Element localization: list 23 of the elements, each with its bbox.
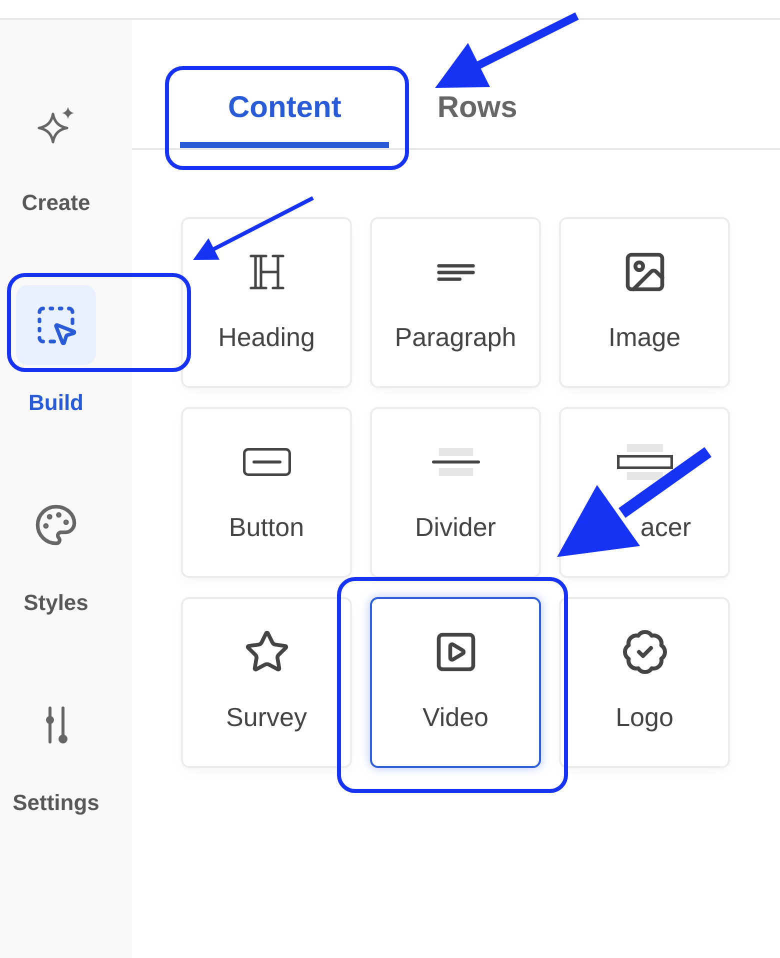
block-tile[interactable]: Heading	[181, 217, 352, 388]
block-tile[interactable]: Logo	[559, 597, 730, 768]
horizontal-line-icon	[432, 448, 480, 476]
sidebar-nav-item[interactable]: Settings	[0, 685, 112, 817]
tab[interactable]: Content	[180, 74, 390, 148]
sidebar-nav-item[interactable]: Create	[0, 85, 112, 217]
text-lines-icon	[436, 262, 474, 282]
palette-icon	[34, 503, 78, 547]
sliders-icon	[44, 706, 68, 744]
block-tile[interactable]: Video	[370, 597, 541, 768]
block-tile[interactable]: Divider	[370, 407, 541, 578]
sidebar-nav-item[interactable]: Styles	[0, 485, 112, 617]
block-tile[interactable]: Survey	[181, 597, 352, 768]
letter-h-icon	[248, 254, 284, 290]
block-tile[interactable]: Image	[559, 217, 730, 388]
sparkle-icon	[37, 106, 75, 144]
sidebar-nav-item[interactable]: Build	[0, 285, 112, 417]
badge-check-icon	[620, 628, 668, 676]
block-tile[interactable]: Paragraph	[370, 217, 541, 388]
block-tile[interactable]: Button	[181, 407, 352, 578]
spacer-bars-icon	[616, 444, 672, 480]
tab[interactable]: Rows	[389, 74, 566, 148]
dashed-square-cursor-icon	[16, 285, 96, 365]
